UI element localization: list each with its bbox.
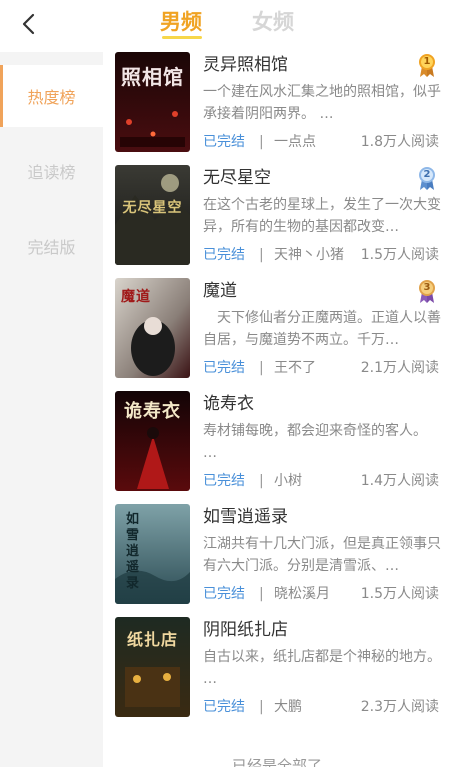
list-end-text: 已经是全部了	[231, 757, 322, 767]
rank-number: 1	[423, 56, 431, 67]
rank-number: 3	[423, 282, 431, 293]
sidebar-item-finished[interactable]: 完结版	[0, 215, 103, 277]
book-title[interactable]: 阴阳纸扎店	[203, 619, 288, 641]
cover-text: 照相馆	[121, 65, 184, 89]
list-item[interactable]: 如雪逍遥录 如雪逍遥录 江湖共有十几大门派，但是真正领事只有六大门派。分别是清雪…	[103, 504, 451, 617]
status-badge: 已完结	[203, 247, 245, 263]
back-button[interactable]	[14, 10, 42, 38]
book-title[interactable]: 无尽星空	[203, 167, 271, 189]
cover-text: 纸扎店	[126, 630, 178, 649]
book-meta: 已完结 | 大鹏 2.3万人阅读	[203, 697, 439, 717]
list-item[interactable]: 诡寿衣 诡寿衣 寿材铺每晚，都会迎来奇怪的客人。 … 已完结 | 小树 1.4万…	[103, 391, 451, 504]
book-cover[interactable]: 诡寿衣	[115, 391, 190, 491]
list-item[interactable]: 魔道 魔道 3 天下修仙者分正魔两道。正道人以善自居，与魔道势不两立。千万… 已…	[103, 278, 451, 391]
book-cover[interactable]: 如雪逍遥录	[115, 504, 190, 604]
active-tab-indicator	[162, 36, 202, 39]
book-cover[interactable]: 纸扎店	[115, 617, 190, 717]
book-title[interactable]: 如雪逍遥录	[203, 506, 288, 528]
top-bar: 男频 女频	[0, 0, 451, 52]
cover-text: 魔道	[121, 289, 151, 305]
book-description: 江湖共有十几大门派，但是真正领事只有六大门派。分别是清雪派、…	[203, 536, 441, 574]
status-badge: 已完结	[203, 586, 245, 602]
sidebar-item-hot[interactable]: 热度榜	[0, 65, 103, 127]
book-description: 一个建在风水汇集之地的照相馆，似乎承接着阴阳两界。 …	[203, 84, 441, 122]
meta-separator: |	[259, 247, 264, 263]
book-author: 晓松溪月	[274, 586, 330, 602]
book-description: 寿材铺每晚，都会迎来奇怪的客人。 …	[203, 423, 427, 461]
book-title[interactable]: 灵异照相馆	[203, 54, 288, 76]
meta-separator: |	[259, 360, 264, 376]
book-description: 在这个古老的星球上，发生了一次大变异，所有的生物的基因都改变…	[203, 197, 441, 235]
category-sidebar: 热度榜 追读榜 完结版	[0, 52, 103, 767]
status-badge: 已完结	[203, 360, 245, 376]
list-item[interactable]: 无尽星空 无尽星空 2 在这个古老的星球上，发生了一次大变异，所有的生物的基因都…	[103, 165, 451, 278]
rank-medal-icon: 2	[417, 165, 437, 191]
meta-separator: |	[259, 586, 264, 602]
tab-male[interactable]: 男频	[160, 8, 202, 36]
book-meta: 已完结 | 晓松溪月 1.5万人阅读	[203, 584, 439, 604]
sidebar-item-follow[interactable]: 追读榜	[0, 140, 103, 202]
book-description: 自古以来，纸扎店都是个神秘的地方。 …	[203, 649, 441, 687]
book-title[interactable]: 诡寿衣	[203, 393, 254, 415]
chevron-left-icon	[22, 13, 35, 35]
read-count: 1.4万人阅读	[360, 473, 439, 489]
book-author: 王不了	[274, 360, 316, 376]
book-cover[interactable]: 无尽星空	[115, 165, 190, 265]
book-author: 一点点	[274, 134, 316, 150]
cover-text: 无尽星空	[122, 200, 183, 216]
meta-separator: |	[259, 699, 264, 715]
read-count: 1.8万人阅读	[360, 134, 439, 150]
tab-female[interactable]: 女频	[252, 8, 294, 36]
meta-separator: |	[259, 473, 264, 489]
rank-number: 2	[423, 169, 431, 180]
read-count: 1.5万人阅读	[360, 247, 439, 263]
meta-separator: |	[259, 134, 264, 150]
book-list: 照相馆 灵异照相馆 1 一个建在风水汇集之地的照相馆，似乎承接着阴阳两界。 … …	[103, 52, 451, 767]
book-meta: 已完结 | 一点点 1.8万人阅读	[203, 132, 439, 152]
cover-text: 如雪逍遥录	[125, 512, 140, 591]
book-description: 天下修仙者分正魔两道。正道人以善自居，与魔道势不两立。千万…	[203, 310, 441, 348]
read-count: 1.5万人阅读	[360, 586, 439, 602]
status-badge: 已完结	[203, 134, 245, 150]
status-badge: 已完结	[203, 473, 245, 489]
cover-text: 诡寿衣	[124, 401, 181, 422]
book-title[interactable]: 魔道	[203, 280, 237, 302]
rank-medal-icon: 3	[417, 278, 437, 304]
book-cover[interactable]: 照相馆	[115, 52, 190, 152]
list-item[interactable]: 纸扎店 阴阳纸扎店 自古以来，纸扎店都是个神秘的地方。 … 已完结 | 大鹏 2…	[103, 617, 451, 730]
read-count: 2.3万人阅读	[360, 699, 439, 715]
read-count: 2.1万人阅读	[360, 360, 439, 376]
book-author: 小树	[274, 473, 302, 489]
book-meta: 已完结 | 天神丶小猪 1.5万人阅读	[203, 245, 439, 265]
book-cover[interactable]: 魔道	[115, 278, 190, 378]
book-author: 大鹏	[274, 699, 302, 715]
book-meta: 已完结 | 小树 1.4万人阅读	[203, 471, 439, 491]
list-item[interactable]: 照相馆 灵异照相馆 1 一个建在风水汇集之地的照相馆，似乎承接着阴阳两界。 … …	[103, 52, 451, 165]
rank-medal-icon: 1	[417, 52, 437, 78]
book-author: 天神丶小猪	[274, 247, 344, 263]
book-meta: 已完结 | 王不了 2.1万人阅读	[203, 358, 439, 378]
status-badge: 已完结	[203, 699, 245, 715]
